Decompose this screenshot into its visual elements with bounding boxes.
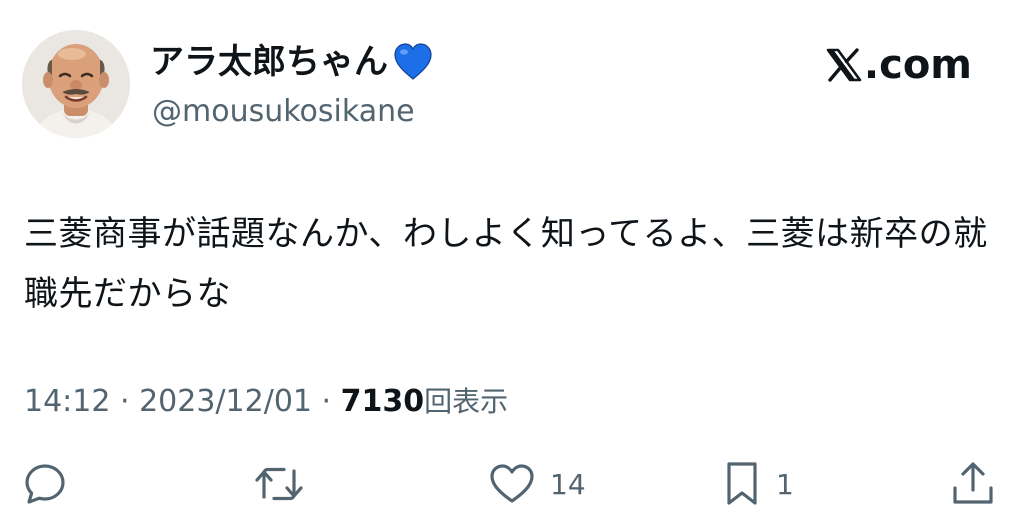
- avatar-image: [22, 30, 130, 138]
- display-name[interactable]: アラ太郎ちゃん: [150, 40, 388, 84]
- share-button[interactable]: [950, 456, 1010, 512]
- like-button[interactable]: 14: [488, 456, 586, 512]
- reply-button[interactable]: [22, 456, 82, 512]
- heart-icon: [490, 464, 534, 503]
- retweet-button[interactable]: [254, 456, 318, 512]
- meta-separator: ·: [110, 384, 140, 419]
- meta-separator: ·: [312, 384, 341, 419]
- tweet-text: 三菱商事が話題なんか、わしよく知ってるよ、三菱は新卒の就職先だからな: [24, 214, 988, 314]
- views-label: 回表示: [424, 385, 509, 418]
- reply-icon: [25, 464, 65, 504]
- bookmark-count: 1: [776, 467, 794, 501]
- bookmark-icon: [727, 462, 757, 505]
- share-icon: [953, 462, 993, 504]
- x-logo-icon: [826, 48, 862, 82]
- retweet-icon: [255, 467, 303, 501]
- like-count: 14: [550, 467, 586, 501]
- tweet-date[interactable]: 2023/12/01: [139, 384, 312, 419]
- x-brand: .com: [826, 40, 972, 90]
- tweet-card: アラ太郎ちゃん @mousukosikane .com 三菱商事が話題なんか、わ…: [0, 0, 1024, 515]
- tweet-meta: 14:12 · 2023/12/01 · 7130回表示: [24, 380, 508, 424]
- user-handle[interactable]: @mousukosikane: [152, 92, 415, 132]
- action-bar: 14 1: [0, 456, 1024, 512]
- blue-heart-icon: [392, 42, 434, 82]
- bookmark-button[interactable]: 1: [722, 456, 794, 512]
- views-count[interactable]: 7130: [341, 384, 425, 419]
- display-name-row[interactable]: アラ太郎ちゃん: [150, 40, 434, 84]
- brand-label: .com: [863, 42, 972, 88]
- avatar[interactable]: [22, 30, 130, 138]
- tweet-time[interactable]: 14:12: [24, 384, 110, 419]
